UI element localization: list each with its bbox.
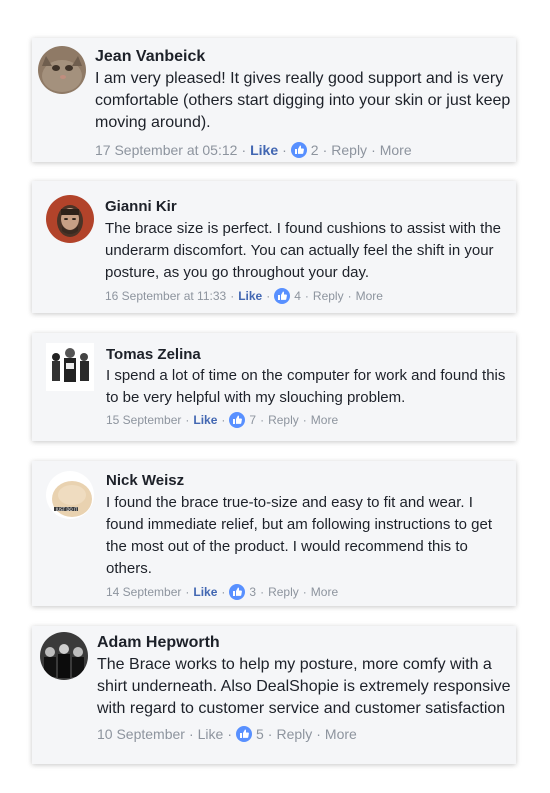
like-link[interactable]: Like	[193, 411, 217, 429]
like-count[interactable]: 2	[311, 140, 319, 160]
commenter-name[interactable]: Adam Hepworth	[97, 632, 515, 653]
comment-date[interactable]: 16 September at 11:33	[105, 287, 226, 305]
separator: ·	[241, 142, 247, 158]
reply-link[interactable]: Reply	[276, 724, 312, 744]
more-link[interactable]: More	[380, 140, 412, 160]
comment-meta: 15 September · Like · 7 · Reply · More	[106, 411, 514, 429]
like-count[interactable]: 4	[294, 287, 301, 305]
separator: ·	[188, 726, 194, 742]
comment-card: Jean Vanbeick I am very pleased! It give…	[32, 38, 516, 162]
separator: ·	[260, 413, 265, 427]
separator: ·	[221, 585, 226, 599]
separator: ·	[230, 289, 235, 303]
separator: ·	[316, 726, 321, 742]
more-link[interactable]: More	[325, 724, 357, 744]
cap-photo-avatar[interactable]: JUST DO IT	[46, 471, 94, 519]
comment-text: The Brace works to help my posture, more…	[97, 656, 511, 717]
comment-text: The brace size is perfect. I found cushi…	[105, 220, 502, 281]
separator: ·	[185, 413, 190, 427]
cat-photo-avatar[interactable]	[38, 46, 86, 94]
like-link[interactable]: Like	[238, 287, 262, 305]
commenter-name[interactable]: Tomas Zelina	[106, 345, 514, 365]
thumbs-up-icon	[290, 142, 307, 158]
comment-date[interactable]: 10 September	[97, 724, 185, 744]
like-link[interactable]: Like	[193, 583, 217, 601]
like-count[interactable]: 7	[249, 411, 256, 429]
comment-card: Adam Hepworth The Brace works to help my…	[32, 626, 516, 764]
reply-link[interactable]: Reply	[331, 140, 367, 160]
separator: ·	[302, 413, 307, 427]
comment-text: I am very pleased! It gives really good …	[95, 70, 511, 131]
commenter-name[interactable]: Gianni Kir	[105, 197, 513, 217]
separator: ·	[260, 585, 265, 599]
like-link[interactable]: Like	[198, 724, 224, 744]
separator: ·	[267, 726, 273, 742]
like-count[interactable]: 3	[249, 583, 256, 601]
commenter-name[interactable]: Nick Weisz	[106, 471, 514, 491]
separator: ·	[322, 142, 328, 158]
comment-card: Tomas Zelina I spend a lot of time on th…	[32, 333, 516, 441]
separator: ·	[185, 585, 190, 599]
commenter-name[interactable]: Jean Vanbeick	[95, 46, 513, 67]
comment-card: Gianni Kir The brace size is perfect. I …	[32, 181, 516, 313]
like-count[interactable]: 5	[256, 724, 264, 744]
separator: ·	[227, 726, 232, 742]
thumbs-up-icon	[229, 412, 246, 428]
comment-text: I spend a lot of time on the computer fo…	[106, 367, 506, 406]
comment-date[interactable]: 15 September	[106, 411, 181, 429]
like-link[interactable]: Like	[250, 140, 278, 160]
comment-date[interactable]: 17 September at 05:12	[95, 140, 237, 160]
thumbs-up-icon	[274, 288, 291, 304]
thumbs-up-icon	[235, 726, 252, 742]
more-link[interactable]: More	[311, 411, 338, 429]
svg-text:JUST DO IT: JUST DO IT	[55, 507, 78, 512]
separator: ·	[302, 585, 307, 599]
reply-link[interactable]: Reply	[313, 287, 344, 305]
man-photo-avatar[interactable]	[46, 195, 94, 243]
thumbs-up-icon	[229, 584, 246, 600]
separator: ·	[304, 289, 309, 303]
comment-card: JUST DO IT Nick Weisz I found the brace …	[32, 461, 516, 606]
separator: ·	[266, 289, 271, 303]
comment-meta: 10 September · Like · 5 · Reply · More	[97, 724, 515, 744]
comment-text: I found the brace true-to-size and easy …	[106, 494, 493, 577]
band-photo-avatar[interactable]	[40, 632, 88, 680]
separator: ·	[221, 413, 226, 427]
comment-meta: 17 September at 05:12 · Like · 2 · Reply…	[95, 140, 513, 160]
group-photo-avatar[interactable]	[46, 343, 94, 391]
comment-meta: 14 September · Like · 3 · Reply · More	[106, 583, 514, 601]
separator: ·	[371, 142, 376, 158]
more-link[interactable]: More	[311, 583, 338, 601]
comment-date[interactable]: 14 September	[106, 583, 181, 601]
comment-meta: 16 September at 11:33 · Like · 4 · Reply…	[105, 287, 513, 305]
separator: ·	[282, 142, 287, 158]
separator: ·	[347, 289, 352, 303]
more-link[interactable]: More	[356, 287, 383, 305]
reply-link[interactable]: Reply	[268, 411, 299, 429]
reply-link[interactable]: Reply	[268, 583, 299, 601]
